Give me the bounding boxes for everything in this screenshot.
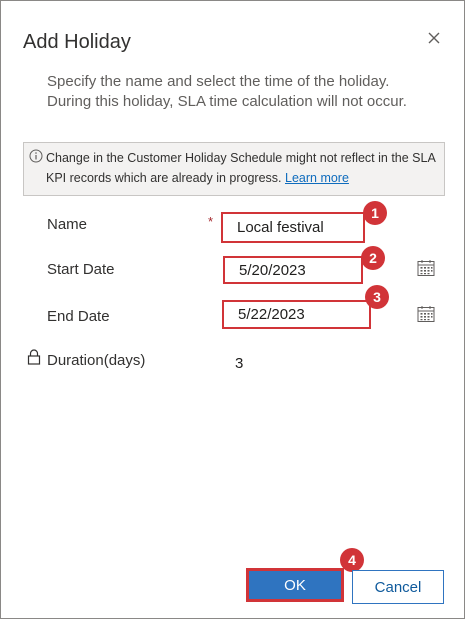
callout-badge-3: 3 [365, 285, 389, 309]
callout-badge-1: 1 [363, 201, 387, 225]
start-date-input[interactable]: 5/20/2023 [223, 256, 363, 284]
start-date-calendar-icon[interactable] [416, 258, 436, 278]
info-text: Change in the Customer Holiday Schedule … [46, 151, 436, 185]
start-date-label: Start Date [47, 261, 115, 278]
callout-badge-2: 2 [361, 246, 385, 270]
duration-value: 3 [235, 355, 244, 372]
end-date-value: 5/22/2023 [238, 306, 305, 323]
start-date-value: 5/20/2023 [239, 261, 306, 279]
required-marker: * [208, 214, 214, 229]
ok-button[interactable]: OK [246, 568, 344, 602]
learn-more-link[interactable]: Learn more [285, 171, 349, 185]
name-input[interactable]: Local festival [221, 212, 365, 243]
add-holiday-dialog: Add Holiday Specify the name and select … [0, 0, 465, 619]
info-bar: Change in the Customer Holiday Schedule … [23, 142, 445, 196]
close-icon [428, 32, 440, 44]
end-date-calendar-icon[interactable] [416, 304, 436, 324]
dialog-description: Specify the name and select the time of … [47, 73, 407, 110]
close-button[interactable] [423, 27, 445, 49]
name-input-value: Local festival [237, 219, 324, 236]
name-label: Name [47, 216, 88, 233]
dialog-title: Add Holiday [23, 31, 131, 53]
end-date-input[interactable]: 5/22/2023 [222, 300, 371, 329]
info-icon [29, 149, 43, 163]
duration-label: Duration(days) [47, 352, 146, 369]
cancel-button[interactable]: Cancel [352, 570, 444, 604]
end-date-label: End Date [47, 308, 110, 325]
lock-icon [27, 349, 41, 365]
